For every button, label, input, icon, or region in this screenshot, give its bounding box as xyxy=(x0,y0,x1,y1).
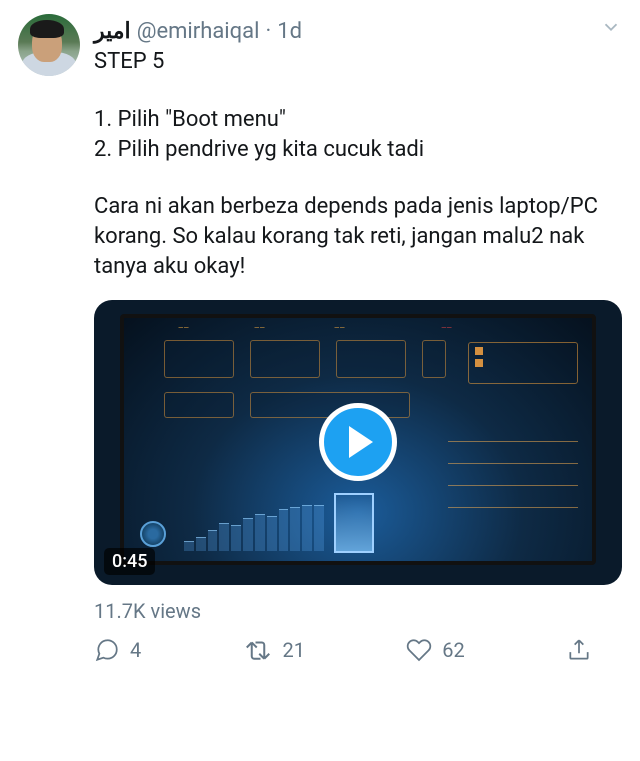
video-duration: 0:45 xyxy=(104,548,155,575)
play-icon xyxy=(349,426,373,458)
body-item-1: 1. Pilih "Boot menu" xyxy=(94,105,622,135)
body-title: STEP 5 xyxy=(94,47,622,77)
like-count: 62 xyxy=(442,638,464,662)
author-handle[interactable]: @emirhaiqal xyxy=(137,19,260,45)
chevron-down-icon[interactable] xyxy=(600,14,622,45)
avatar[interactable] xyxy=(18,14,80,76)
video-media[interactable]: —— —— —— —— xyxy=(94,300,622,585)
reply-button[interactable]: 4 xyxy=(94,637,141,663)
author-name[interactable]: امير xyxy=(94,19,131,45)
tweet-body: STEP 5 1. Pilih "Boot menu" 2. Pilih pen… xyxy=(94,47,622,281)
retweet-icon xyxy=(243,637,273,663)
tweet-header: امير @emirhaiqal · 1d xyxy=(94,14,622,45)
play-button[interactable] xyxy=(319,403,397,481)
share-button[interactable] xyxy=(566,637,592,663)
reply-icon xyxy=(94,637,120,663)
dot-separator: · xyxy=(265,19,271,45)
avatar-column xyxy=(18,14,80,663)
retweet-button[interactable]: 21 xyxy=(243,637,305,663)
share-icon xyxy=(566,637,592,663)
like-button[interactable]: 62 xyxy=(406,637,464,663)
reply-count: 4 xyxy=(130,638,141,662)
retweet-count: 21 xyxy=(283,638,305,662)
tweet-actions: 4 21 62 xyxy=(94,637,622,663)
like-icon xyxy=(406,637,432,663)
tweet-time[interactable]: 1d xyxy=(277,19,302,45)
view-count[interactable]: 11.7K views xyxy=(94,599,622,623)
tweet: امير @emirhaiqal · 1d STEP 5 1. Pilih "B… xyxy=(0,0,640,673)
body-paragraph: Cara ni akan berbeza depends pada jenis … xyxy=(94,192,622,281)
tweet-main: امير @emirhaiqal · 1d STEP 5 1. Pilih "B… xyxy=(94,14,622,663)
body-item-2: 2. Pilih pendrive yg kita cucuk tadi xyxy=(94,135,622,165)
